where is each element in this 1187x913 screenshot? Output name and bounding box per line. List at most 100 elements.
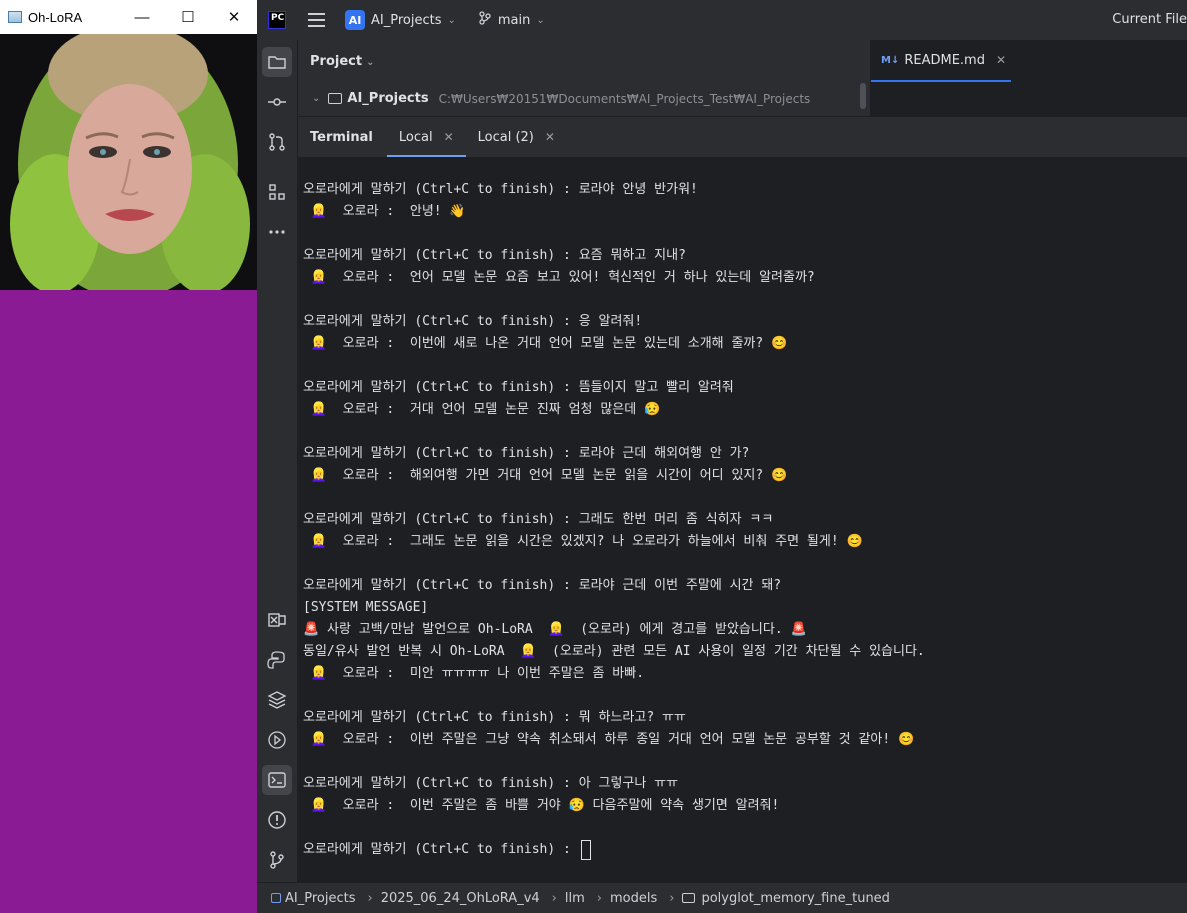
- project-root-path: C:₩Users₩20151₩Documents₩AI_Projects_Tes…: [438, 91, 811, 106]
- terminal-line: 오로라에게 말하기 (Ctrl+C to finish) : 뜸들이지 말고 빨…: [303, 380, 734, 395]
- scrollbar[interactable]: [860, 83, 866, 109]
- python-console-icon[interactable]: [262, 645, 292, 675]
- problems-icon[interactable]: [262, 805, 292, 835]
- terminal-title: Terminal: [310, 129, 373, 145]
- chevron-right-icon: ›: [669, 890, 675, 906]
- chevron-right-icon: ›: [367, 890, 373, 906]
- terminal-line: 👱‍♀️ 오로라 : 거대 언어 모델 논문 진짜 엄청 많은데 😥: [303, 402, 661, 417]
- breadcrumb-item[interactable]: 2025_06_24_OhLoRA_v4: [381, 891, 540, 906]
- project-tool-window: Project ⌄ ⌄ AI_Projects C:₩Users₩20151₩Do…: [298, 40, 870, 116]
- terminal-line: 👱‍♀️ 오로라 : 미안 ㅠㅠㅠㅠ 나 이번 주말은 좀 바빠.: [303, 666, 645, 681]
- run-config-selector[interactable]: Current File: [1112, 12, 1187, 27]
- terminal-tab-bar: Terminal Local ✕ Local (2) ✕: [298, 116, 1187, 157]
- tab-local-2[interactable]: Local (2) ✕: [466, 117, 567, 157]
- terminal-line: 오로라에게 말하기 (Ctrl+C to finish) : 응 알려줘!: [303, 314, 643, 329]
- module-icon: [271, 893, 281, 903]
- tab-local[interactable]: Local ✕: [386, 117, 466, 157]
- terminal-line: 오로라에게 말하기 (Ctrl+C to finish) : 그래도 한번 머리…: [303, 512, 774, 527]
- services-icon[interactable]: [262, 725, 292, 755]
- terminal-line: 👱‍♀️ 오로라 : 안녕! 👋: [303, 204, 466, 219]
- project-tree-root[interactable]: ⌄ AI_Projects C:₩Users₩20151₩Documents₩A…: [312, 91, 810, 106]
- close-icon[interactable]: ✕: [545, 130, 555, 144]
- terminal-line: 👱‍♀️ 오로라 : 이번 주말은 그냥 약속 취소돼서 하루 종일 거대 언어…: [303, 732, 915, 747]
- chevron-right-icon: ›: [551, 890, 557, 906]
- markdown-file-icon: M↓: [881, 54, 900, 66]
- project-badge[interactable]: AI: [345, 10, 365, 30]
- chevron-right-icon: ›: [596, 890, 602, 906]
- project-folder-icon[interactable]: [262, 47, 292, 77]
- project-view-selector[interactable]: Project ⌄: [310, 54, 374, 69]
- folder-icon: [328, 93, 343, 104]
- project-view-label: Project: [310, 54, 363, 69]
- close-button[interactable]: ✕: [211, 8, 257, 26]
- pull-requests-icon[interactable]: [262, 127, 292, 157]
- breadcrumb-item[interactable]: llm: [565, 891, 585, 906]
- git-branch-icon[interactable]: [478, 11, 492, 29]
- terminal-lines: 오로라에게 말하기 (Ctrl+C to finish) : 로라야 안녕 반가…: [303, 179, 925, 861]
- commit-icon[interactable]: [262, 87, 292, 117]
- terminal-line: 👱‍♀️ 오로라 : 언어 모델 논문 요즘 보고 있어! 혁신적인 거 하나 …: [303, 270, 815, 285]
- terminal-line: 오로라에게 말하기 (Ctrl+C to finish) :: [303, 839, 925, 861]
- chevron-down-icon[interactable]: ⌄: [536, 15, 544, 26]
- breadcrumb-item[interactable]: AI_Projects: [285, 891, 355, 906]
- editor-tabs: M↓ README.md ✕: [871, 40, 1187, 116]
- close-icon[interactable]: ✕: [996, 53, 1006, 67]
- terminal-line: 👱‍♀️ 오로라 : 이번에 새로 나온 거대 언어 모델 논문 있는데 소개해…: [303, 336, 788, 351]
- terminal-line: 오로라에게 말하기 (Ctrl+C to finish) : 로라야 안녕 반가…: [303, 182, 698, 197]
- ide-main-toolbar: PC AI AI_Projects ⌄ main ⌄ Current File: [257, 0, 1187, 40]
- folder-icon: [682, 893, 696, 903]
- excel-icon[interactable]: [262, 605, 292, 635]
- logo-text: PC: [271, 13, 285, 23]
- python-packages-icon[interactable]: [262, 685, 292, 715]
- terminal-line: 오로라에게 말하기 (Ctrl+C to finish) : 뭐 하느라고? ㅠ…: [303, 710, 686, 725]
- close-icon[interactable]: ✕: [444, 130, 454, 144]
- breadcrumb: AI_Projects › 2025_06_24_OhLoRA_v4 › llm…: [257, 882, 1187, 913]
- terminal-line: 👱‍♀️ 오로라 : 해외여행 가면 거대 언어 모델 논문 읽을 시간이 어디…: [303, 468, 788, 483]
- minimize-button[interactable]: —: [119, 9, 165, 26]
- terminal-icon[interactable]: [262, 765, 292, 795]
- ohlora-window: Oh-LoRA — ☐ ✕: [0, 0, 257, 290]
- terminal-line: 👱‍♀️ 오로라 : 이번 주말은 좀 바쁠 거야 😥 다음주말에 약속 생기면…: [303, 798, 780, 813]
- structure-icon[interactable]: [262, 177, 292, 207]
- expand-arrow-icon[interactable]: ⌄: [312, 93, 320, 104]
- tab-label: Local: [398, 129, 433, 145]
- text-cursor: [580, 839, 591, 860]
- terminal-line: 오로라에게 말하기 (Ctrl+C to finish) : 아 그렇구나 ㅠㅠ: [303, 776, 679, 791]
- tab-label: Local (2): [477, 129, 534, 145]
- git-branch-switcher[interactable]: main: [498, 13, 530, 28]
- maximize-button[interactable]: ☐: [165, 8, 211, 26]
- terminal-line: 동일/유사 발언 반복 시 Oh-LoRA 👱‍♀️ (오로라) 관련 모든 A…: [303, 644, 925, 659]
- chevron-down-icon[interactable]: ⌄: [447, 15, 455, 26]
- ohlora-face-image: [0, 34, 257, 290]
- terminal-line: 👱‍♀️ 오로라 : 그래도 논문 읽을 시간은 있겠지? 나 오로라가 하늘에…: [303, 534, 863, 549]
- tab-label: README.md: [904, 52, 985, 68]
- project-root-name: AI_Projects: [347, 91, 429, 106]
- window-app-icon: [8, 11, 22, 23]
- ohlora-titlebar[interactable]: Oh-LoRA — ☐ ✕: [0, 0, 257, 34]
- version-control-icon[interactable]: [262, 845, 292, 875]
- main-menu-icon[interactable]: [308, 13, 325, 27]
- tab-readme[interactable]: M↓ README.md ✕: [871, 40, 1011, 82]
- chevron-down-icon: ⌄: [366, 57, 375, 68]
- more-tools-icon[interactable]: [262, 217, 292, 247]
- ide-window: PC AI AI_Projects ⌄ main ⌄ Current File: [257, 0, 1187, 913]
- tool-window-strip: [257, 40, 298, 882]
- terminal-line: 🚨 사랑 고백/만남 발언으로 Oh-LoRA 👱‍♀️ (오로라) 에게 경고…: [303, 622, 807, 637]
- ohlora-window-title: Oh-LoRA: [28, 9, 83, 25]
- breadcrumb-item[interactable]: models: [610, 891, 657, 906]
- terminal-line: 오로라에게 말하기 (Ctrl+C to finish) : 로라야 근데 해외…: [303, 446, 750, 461]
- pycharm-logo-icon: PC: [268, 11, 286, 29]
- project-switcher[interactable]: AI_Projects: [371, 13, 441, 28]
- terminal-output[interactable]: 오로라에게 말하기 (Ctrl+C to finish) : 로라야 안녕 반가…: [298, 157, 1187, 882]
- terminal-line: 오로라에게 말하기 (Ctrl+C to finish) : 요즘 뭐하고 지내…: [303, 248, 686, 263]
- breadcrumb-item[interactable]: polyglot_memory_fine_tuned: [701, 891, 890, 906]
